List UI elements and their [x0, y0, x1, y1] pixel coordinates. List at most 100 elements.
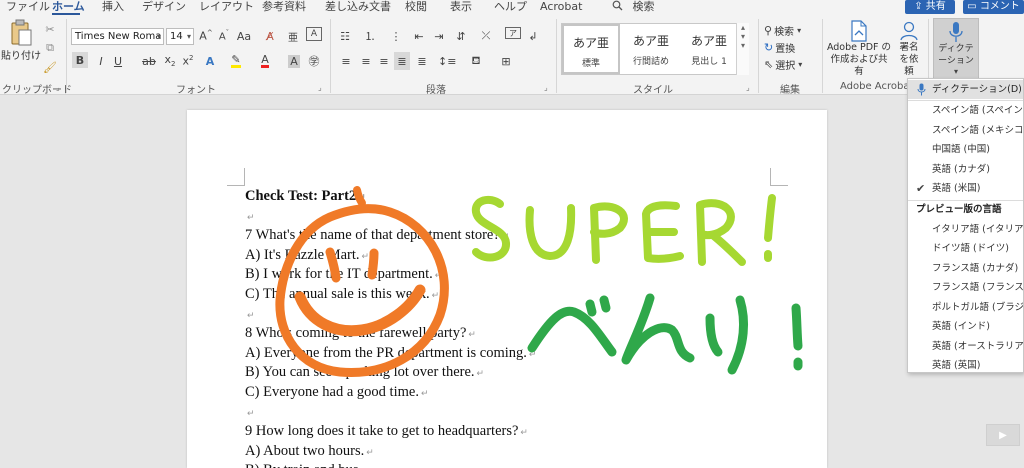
styles-scroll[interactable]: ▴ ▾ ▾: [736, 23, 749, 75]
menu-item-preview-language[interactable]: 英語 (インド): [908, 317, 1023, 336]
justify-button[interactable]: ≣: [394, 52, 410, 70]
tab-help[interactable]: ヘルプ: [494, 0, 527, 13]
menu-item-language[interactable]: 中国語 (中国): [908, 140, 1023, 159]
increase-indent-button[interactable]: ⇥: [431, 27, 447, 45]
document-title[interactable]: Check Test: Part2 ↵: [245, 188, 366, 205]
document-line[interactable]: 7 What's the name of that department sto…: [245, 227, 509, 244]
paste-button[interactable]: 貼り付け: [1, 19, 41, 62]
comment-button[interactable]: ▭ コメント: [963, 0, 1024, 14]
shading-button[interactable]: A: [286, 52, 302, 70]
asian-layout-button[interactable]: ⇵: [453, 27, 469, 45]
styles-launcher-icon[interactable]: ⌟: [746, 83, 750, 92]
document-line[interactable]: B) By train and bus.↵: [245, 462, 372, 468]
document-line[interactable]: B) You can see a parking lot over there.…: [245, 364, 484, 381]
show-marks-button[interactable]: ↲: [525, 27, 541, 45]
menu-item-preview-language[interactable]: フランス語 (カナダ): [908, 259, 1023, 278]
menu-item-language[interactable]: 英語 (カナダ): [908, 160, 1023, 179]
clear-formatting-button[interactable]: A̸: [262, 27, 278, 45]
tab-view[interactable]: 表示: [450, 0, 472, 13]
expand-pane-button[interactable]: ▶: [986, 424, 1020, 446]
chevron-down-icon[interactable]: ▾: [737, 32, 749, 41]
tab-references[interactable]: 参考資料: [262, 0, 306, 13]
multilevel-list-button[interactable]: ⋮: [388, 27, 404, 45]
highlight-button[interactable]: ✎: [228, 52, 244, 70]
empty-paragraph[interactable]: ↵: [245, 404, 255, 421]
paragraph-shading-button[interactable]: ⛾: [468, 52, 484, 70]
font-launcher-icon[interactable]: ⌟: [318, 83, 322, 92]
tell-me-search[interactable]: 検索: [612, 0, 655, 13]
tab-mailings[interactable]: 差し込み文書: [325, 0, 391, 13]
dictate-button[interactable]: ディクテーション ▾: [933, 18, 979, 79]
document-line[interactable]: B) I work for the IT department. ↵: [245, 266, 442, 283]
clipboard-launcher-icon[interactable]: ⌟: [56, 83, 60, 92]
replace-button[interactable]: ↻ 置換: [764, 38, 795, 56]
menu-item-dictation[interactable]: ディクテーション(D): [908, 80, 1023, 99]
document-line[interactable]: C) Everyone had a good time. ↵: [245, 384, 429, 401]
shrink-font-button[interactable]: Aˇ: [216, 27, 232, 45]
empty-paragraph[interactable]: ↵: [245, 208, 255, 225]
menu-item-language[interactable]: スペイン語 (メキシコ): [908, 121, 1023, 140]
menu-item-language[interactable]: 英語 (米国) ✔: [908, 179, 1023, 198]
menu-item-preview-language[interactable]: ポルトガル語 (ブラジル): [908, 298, 1023, 317]
tab-file[interactable]: ファイル: [6, 0, 50, 13]
document-line[interactable]: A) About two hours. ↵: [245, 443, 374, 460]
ruby-button[interactable]: ア: [505, 27, 521, 39]
tab-review[interactable]: 校閲: [405, 0, 427, 13]
paragraph-launcher-icon[interactable]: ⌟: [544, 83, 548, 92]
bold-button[interactable]: B: [72, 52, 88, 68]
grow-font-button[interactable]: A^: [198, 27, 214, 45]
align-left-button[interactable]: ≡: [338, 52, 354, 70]
enclose-characters-button[interactable]: ㊫: [306, 52, 322, 70]
tab-acrobat[interactable]: Acrobat: [540, 0, 582, 13]
character-border-button[interactable]: A: [306, 27, 322, 41]
document-line[interactable]: A) It's Razzle Mart. ↵: [245, 247, 369, 264]
decrease-indent-button[interactable]: ⇤: [411, 27, 427, 45]
document-line[interactable]: A) Everyone from the PR department is co…: [245, 345, 536, 362]
cut-button[interactable]: ✂: [42, 20, 58, 38]
document-line[interactable]: C) The annual sale is this week. ↵: [245, 286, 439, 303]
create-pdf-share-button[interactable]: Adobe PDF の作成および共有: [826, 20, 892, 78]
format-painter-button[interactable]: 🖌: [42, 58, 58, 76]
find-button[interactable]: ⚲ 検索 ▾: [764, 21, 801, 39]
font-name-combo[interactable]: Times New Roma ▾: [71, 28, 164, 45]
text-effects-button[interactable]: A: [202, 52, 218, 70]
italic-button[interactable]: I: [93, 52, 109, 70]
style-no-spacing[interactable]: あア亜 行間詰め: [622, 24, 680, 74]
sort-button[interactable]: ⤫: [478, 27, 494, 45]
change-case-button[interactable]: Aa: [236, 27, 252, 45]
document-line[interactable]: 8 Who's coming to the farewell party? ↵: [245, 325, 476, 342]
style-normal[interactable]: あア亜 標準: [562, 24, 620, 74]
align-right-button[interactable]: ≡: [376, 52, 392, 70]
menu-item-preview-language[interactable]: 英語 (オーストラリア): [908, 337, 1023, 356]
strikethrough-button[interactable]: ab: [141, 52, 157, 70]
font-color-button[interactable]: A: [257, 52, 273, 70]
tab-insert[interactable]: 挿入: [102, 0, 124, 13]
copy-button[interactable]: ⧉: [42, 39, 58, 57]
superscript-button[interactable]: x2: [180, 52, 196, 70]
chevron-up-icon[interactable]: ▴: [737, 23, 749, 32]
menu-item-preview-language[interactable]: イタリア語 (イタリア): [908, 220, 1023, 239]
tab-home[interactable]: ホーム: [52, 0, 85, 13]
request-signature-button[interactable]: 署名を依頼: [892, 20, 926, 78]
align-center-button[interactable]: ≡: [358, 52, 374, 70]
select-button[interactable]: ⇖ 選択 ▾: [764, 55, 802, 73]
expand-gallery-icon[interactable]: ▾: [737, 41, 749, 50]
tab-design[interactable]: デザイン: [142, 0, 186, 13]
distributed-button[interactable]: ≣: [414, 52, 430, 70]
tab-layout[interactable]: レイアウト: [199, 0, 254, 13]
underline-button[interactable]: U: [110, 52, 126, 70]
font-size-combo[interactable]: 14 ▾: [166, 28, 194, 45]
phonetic-guide-button[interactable]: 亜: [285, 27, 301, 45]
menu-item-language[interactable]: スペイン語 (スペイン): [908, 101, 1023, 120]
bullets-button[interactable]: ☷: [337, 27, 353, 45]
style-heading-1[interactable]: あア亜 見出し 1: [680, 24, 738, 74]
borders-button[interactable]: ⊞: [498, 52, 514, 70]
document-line[interactable]: 9 How long does it take to get to headqu…: [245, 423, 528, 440]
menu-item-preview-language[interactable]: ドイツ語 (ドイツ): [908, 239, 1023, 258]
subscript-button[interactable]: x2: [162, 52, 178, 70]
line-spacing-button[interactable]: ↕≡: [438, 52, 456, 70]
share-button[interactable]: ⇪ 共有: [905, 0, 955, 14]
numbering-button[interactable]: ⒈: [362, 27, 378, 45]
menu-item-preview-language[interactable]: 英語 (英国): [908, 356, 1023, 375]
menu-item-preview-language[interactable]: フランス語 (フランス): [908, 278, 1023, 297]
